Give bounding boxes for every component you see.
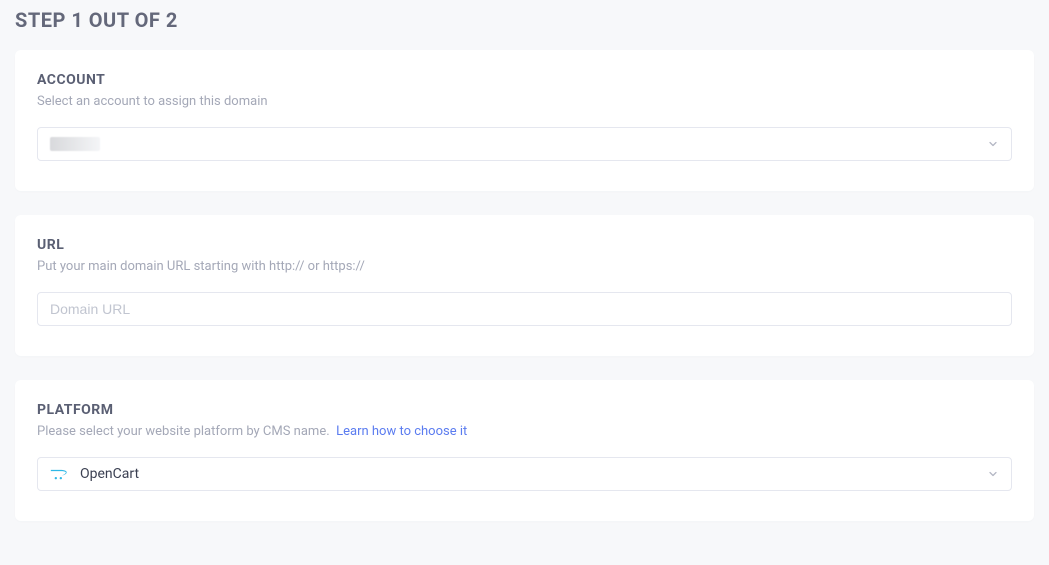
platform-section-subtitle: Please select your website platform by C… <box>37 424 1012 439</box>
url-section-title: URL <box>37 237 1012 253</box>
platform-select[interactable]: OpenCart <box>37 457 1012 491</box>
account-select[interactable] <box>37 127 1012 161</box>
platform-selected-value: OpenCart <box>80 466 139 482</box>
chevron-down-icon <box>987 468 999 480</box>
platform-section-title: PLATFORM <box>37 402 1012 418</box>
url-card: URL Put your main domain URL starting wi… <box>15 215 1034 356</box>
page-step-title: STEP 1 OUT OF 2 <box>15 0 1034 50</box>
url-input[interactable] <box>37 292 1012 326</box>
platform-subtitle-prefix: Please select your website platform by C… <box>37 424 330 439</box>
account-selected-value <box>50 137 100 151</box>
platform-learn-link[interactable]: Learn how to choose it <box>336 424 467 439</box>
platform-card: PLATFORM Please select your website plat… <box>15 380 1034 521</box>
url-section-subtitle: Put your main domain URL starting with h… <box>37 259 1012 274</box>
opencart-icon <box>50 467 70 481</box>
account-section-title: ACCOUNT <box>37 72 1012 88</box>
account-section-subtitle: Select an account to assign this domain <box>37 94 1012 109</box>
account-card: ACCOUNT Select an account to assign this… <box>15 50 1034 191</box>
chevron-down-icon <box>987 138 999 150</box>
